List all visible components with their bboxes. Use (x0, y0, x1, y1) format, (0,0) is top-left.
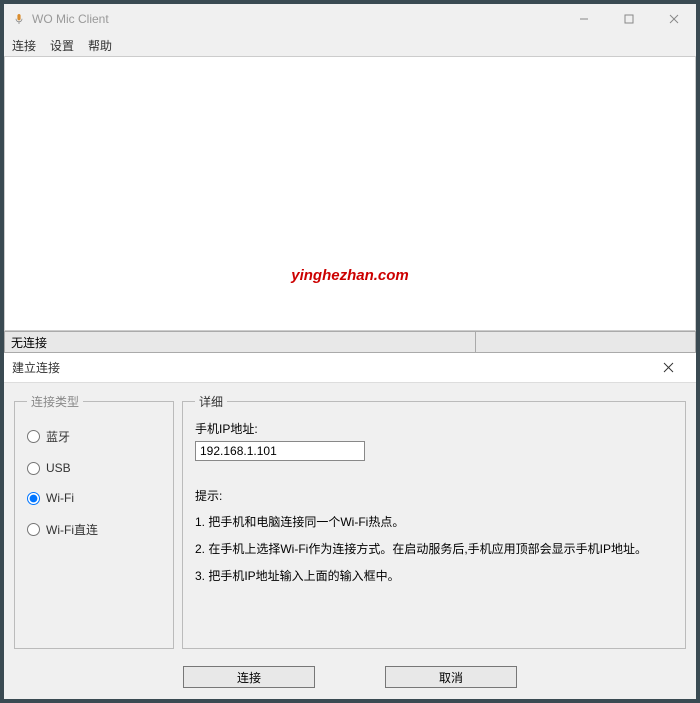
menu-settings[interactable]: 设置 (50, 37, 74, 54)
titlebar: WO Mic Client (4, 4, 696, 34)
radio-bluetooth-input[interactable] (27, 430, 40, 443)
radio-bluetooth[interactable]: 蓝牙 (27, 428, 161, 445)
minimize-button[interactable] (561, 4, 606, 34)
radio-wifi[interactable]: Wi-Fi (27, 491, 161, 505)
radio-bluetooth-label[interactable]: 蓝牙 (46, 428, 70, 445)
window-title: WO Mic Client (32, 12, 561, 26)
mic-icon (12, 12, 26, 26)
dialog-titlebar: 建立连接 (4, 353, 696, 383)
connection-type-group: 连接类型 蓝牙 USB Wi-Fi Wi-Fi直连 (14, 393, 174, 649)
hint-title: 提示: (195, 487, 673, 504)
status-right (476, 331, 696, 353)
status-text: 无连接 (4, 331, 476, 353)
connection-type-legend: 连接类型 (27, 393, 83, 410)
dialog-body: 连接类型 蓝牙 USB Wi-Fi Wi-Fi直连 (4, 383, 696, 655)
radio-usb-label[interactable]: USB (46, 461, 71, 475)
connection-dialog: 建立连接 连接类型 蓝牙 USB Wi-Fi (4, 353, 696, 699)
dialog-title: 建立连接 (12, 359, 648, 376)
radio-wifi-label[interactable]: Wi-Fi (46, 491, 74, 505)
hint-2: 2. 在手机上选择Wi-Fi作为连接方式。在启动服务后,手机应用顶部会显示手机I… (195, 541, 673, 558)
status-bar: 无连接 (4, 331, 696, 353)
dialog-footer: 连接 取消 (4, 655, 696, 699)
radio-wifi-direct-input[interactable] (27, 523, 40, 536)
radio-wifi-input[interactable] (27, 492, 40, 505)
detail-legend: 详细 (195, 393, 227, 410)
menu-connect[interactable]: 连接 (12, 37, 36, 54)
menubar: 连接 设置 帮助 (4, 34, 696, 56)
main-window: WO Mic Client 连接 设置 帮助 yinghezhan.com (4, 4, 696, 353)
window-controls (561, 4, 696, 34)
radio-wifi-direct-label[interactable]: Wi-Fi直连 (46, 521, 98, 538)
radio-usb-input[interactable] (27, 462, 40, 475)
close-button[interactable] (651, 4, 696, 34)
radio-usb[interactable]: USB (27, 461, 161, 475)
watermark: yinghezhan.com (291, 267, 409, 284)
menu-help[interactable]: 帮助 (88, 37, 112, 54)
radio-wifi-direct[interactable]: Wi-Fi直连 (27, 521, 161, 538)
hint-1: 1. 把手机和电脑连接同一个Wi-Fi热点。 (195, 514, 673, 531)
maximize-button[interactable] (606, 4, 651, 34)
hint-3: 3. 把手机IP地址输入上面的输入框中。 (195, 568, 673, 585)
dialog-close-button[interactable] (648, 353, 688, 383)
cancel-button[interactable]: 取消 (385, 666, 517, 688)
connect-button[interactable]: 连接 (183, 666, 315, 688)
ip-input[interactable] (195, 441, 365, 461)
ip-label: 手机IP地址: (195, 420, 673, 437)
main-content: yinghezhan.com (4, 56, 696, 331)
detail-group: 详细 手机IP地址: 提示: 1. 把手机和电脑连接同一个Wi-Fi热点。 2.… (182, 393, 686, 649)
